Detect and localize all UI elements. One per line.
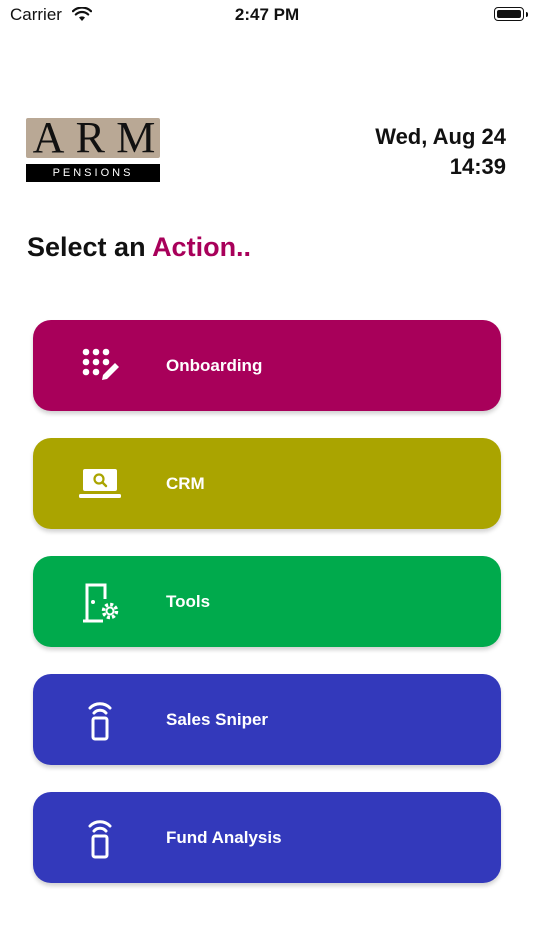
fund-analysis-button[interactable]: Fund Analysis [33, 792, 501, 883]
phone-signal-icon [88, 702, 112, 741]
fund-analysis-label: Fund Analysis [166, 828, 282, 847]
page-title-accent: Action.. [152, 232, 252, 262]
onboarding-label: Onboarding [166, 356, 263, 375]
battery-icon [494, 7, 528, 21]
page-title-prefix: Select an [27, 232, 146, 262]
crm-button[interactable]: CRM [33, 438, 501, 529]
status-time: 2:47 PM [234, 5, 300, 24]
status-bar: Carrier 2:47 PM [0, 0, 534, 30]
date-time-display: Wed, Aug 24 14:39 [375, 122, 506, 182]
logo-letter: A [32, 113, 65, 162]
tools-label: Tools [166, 592, 211, 611]
onboarding-button[interactable]: Onboarding [33, 320, 501, 411]
keypad-edit-icon [82, 348, 119, 380]
logo-letter: M [116, 113, 155, 162]
crm-label: CRM [166, 474, 205, 493]
arm-pensions-logo: A R M PENSIONS [26, 113, 160, 182]
sales-sniper-label: Sales Sniper [166, 710, 269, 729]
logo-letter: R [75, 113, 105, 162]
sales-sniper-button[interactable]: Sales Sniper [33, 674, 501, 765]
tools-button[interactable]: Tools [33, 556, 501, 647]
current-time: 14:39 [449, 154, 506, 179]
phone-signal-icon [88, 820, 112, 859]
laptop-search-icon [79, 469, 121, 498]
page-title: Select an Action.. [27, 232, 251, 263]
door-gear-icon [83, 583, 119, 623]
current-date: Wed, Aug 24 [375, 124, 506, 149]
logo-subtitle: PENSIONS [26, 164, 160, 182]
